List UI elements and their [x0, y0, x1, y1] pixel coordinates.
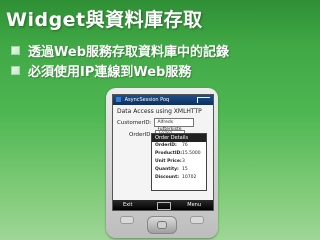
bullet-item: 透過Web服務存取資料庫中的記錄	[12, 40, 229, 60]
detail-row: Discount: 10702	[152, 174, 206, 182]
detail-key: Quantity:	[155, 167, 179, 172]
bullet-text: 必須使用IP連線到Web服務	[28, 64, 192, 80]
dpad-center-button[interactable]	[157, 221, 167, 229]
order-label: OrderID:	[129, 131, 153, 138]
detail-row: Quantity: 15	[152, 166, 206, 174]
signal-icon	[197, 97, 210, 103]
detail-key: OrderID:	[155, 143, 177, 148]
phone-device-image: AsyncSession Poq Data Access using XMLHT…	[106, 88, 218, 238]
softkey-menu-button[interactable]: Menu	[187, 200, 201, 210]
detail-value: 10702	[182, 175, 197, 180]
detail-value: 3	[182, 159, 185, 164]
detail-value: 76	[182, 143, 188, 148]
bullet-item: 必須使用IP連線到Web服務	[12, 60, 229, 80]
bullet-text: 透過Web服務存取資料庫中的記錄	[28, 44, 229, 60]
hardware-right-button[interactable]	[190, 216, 204, 224]
detail-key: ProductID:	[155, 151, 183, 156]
detail-row: Unit Price: 3	[152, 158, 206, 166]
detail-row: ProductID: 15.5000	[152, 150, 206, 158]
detail-key: Unit Price:	[155, 159, 182, 164]
device-screen: AsyncSession Poq Data Access using XMLHT…	[112, 94, 214, 202]
customer-label: CustomerID:	[117, 119, 152, 126]
detail-value: 15	[182, 167, 188, 172]
bullet-square-icon	[12, 46, 19, 54]
app-title: AsyncSession Poq	[124, 97, 170, 103]
dpad-control[interactable]	[147, 216, 177, 234]
bullet-list: 透過Web服務存取資料庫中的記錄 必須使用IP連線到Web服務	[12, 40, 229, 80]
softkey-bar: Exit Menu	[112, 200, 214, 211]
hardware-left-button[interactable]	[120, 216, 134, 224]
bullet-square-icon	[12, 66, 19, 74]
slide-title: Widget與資料庫存取	[6, 9, 203, 31]
detail-value: 15.5000	[182, 151, 201, 156]
keyboard-icon[interactable]	[157, 202, 171, 210]
detail-row: OrderID: 76	[152, 142, 206, 150]
screen-caption: Data Access using XMLHTTP	[117, 108, 202, 115]
windows-logo-icon	[116, 97, 121, 102]
softkey-exit-button[interactable]: Exit	[123, 200, 132, 210]
device-titlebar: AsyncSession Poq	[113, 95, 213, 105]
customer-row: CustomerID: Alfreds Futterkiste	[117, 118, 213, 132]
customer-dropdown[interactable]: Alfreds Futterkiste	[154, 118, 195, 132]
order-details-panel: Order Details OrderID: 76 ProductID: 15.50…	[151, 133, 207, 191]
detail-key: Discount:	[155, 175, 180, 180]
order-details-title: Order Details	[152, 134, 206, 142]
